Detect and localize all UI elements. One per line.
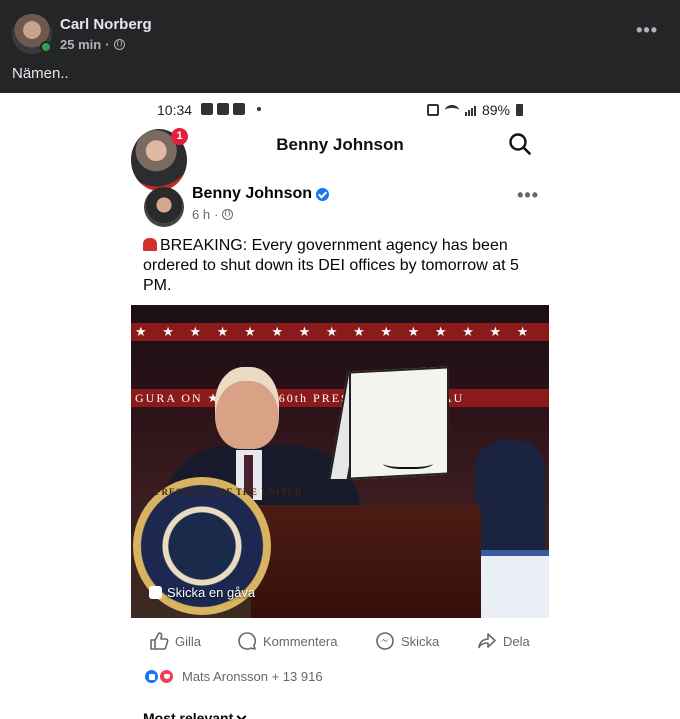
- like-button[interactable]: Gilla: [149, 631, 201, 651]
- outer-author-name[interactable]: Carl Norberg: [60, 16, 152, 33]
- like-label: Gilla: [175, 633, 202, 649]
- battery-icon: [516, 104, 523, 116]
- gallery-icon: [201, 103, 213, 115]
- battery-percent: 89%: [481, 102, 510, 118]
- siren-icon: [143, 238, 157, 251]
- post-author-name[interactable]: Benny Johnson: [192, 185, 312, 203]
- page-header: 1 Benny Johnson: [131, 127, 549, 191]
- inauguration-banner: GURA ON ★ ★ ★ ★ 60th PRESIDENTIAL INAU: [131, 389, 549, 407]
- gift-icon: [149, 586, 162, 599]
- signal-icon: [464, 105, 476, 116]
- outer-post-header: Carl Norberg 25 min · ••• Nämen..: [0, 0, 680, 93]
- status-bar: 10:34 89%: [131, 93, 549, 127]
- comment-button[interactable]: Kommentera: [237, 631, 337, 651]
- comment-sort-label: Most relevant: [143, 710, 234, 719]
- shared-screenshot[interactable]: 10:34 89% 1 Benny Johnson Benny Johnson …: [131, 93, 549, 719]
- signature: [383, 455, 433, 469]
- mute-icon: [426, 104, 439, 116]
- send-button[interactable]: Skicka: [375, 631, 439, 651]
- outer-post-time[interactable]: 25 min: [60, 37, 101, 52]
- globe-icon: [222, 209, 234, 220]
- more-options-icon[interactable]: •••: [636, 20, 658, 41]
- person-head: [215, 367, 279, 449]
- post-actions: Gilla Kommentera Skicka Dela: [131, 618, 549, 664]
- status-notification-icons: [201, 103, 261, 115]
- post-more-options-icon[interactable]: •••: [517, 185, 539, 206]
- reactions-count: Mats Aronsson + 13 916: [182, 669, 323, 684]
- post-text: BREAKING: Every government agency has be…: [143, 236, 541, 296]
- status-time: 10:34: [157, 102, 193, 118]
- post-meta: 6 h ·: [192, 207, 234, 222]
- post-time[interactable]: 6 h: [192, 207, 210, 222]
- wifi-icon: [444, 105, 459, 115]
- globe-icon: [113, 39, 125, 50]
- share-button[interactable]: Dela: [477, 631, 530, 651]
- verified-badge-icon: [316, 187, 330, 201]
- post-body: BREAKING: Every government agency has be…: [143, 237, 519, 294]
- outer-post-meta: 25 min ·: [60, 37, 125, 52]
- seal-text: PRESIDENT OF THE UNITED: [155, 487, 303, 497]
- outer-post-text: Nämen..: [12, 65, 69, 82]
- comment-icon: [238, 632, 257, 650]
- stars-banner-text: ★ ★ ★ ★ ★ ★ ★ ★ ★ ★ ★ ★ ★ ★ ★: [135, 324, 535, 339]
- post-photo[interactable]: ★ ★ ★ ★ ★ ★ ★ ★ ★ ★ ★ ★ ★ ★ ★ GURA ON ★ …: [131, 305, 549, 618]
- send-gift-button[interactable]: Skicka en gåva: [149, 585, 255, 600]
- telegram-icon: [217, 103, 229, 115]
- meta-separator: ·: [214, 207, 219, 222]
- thumbs-up-icon: [150, 632, 169, 650]
- desk: [251, 505, 481, 618]
- comment-sort-dropdown[interactable]: Most relevant: [143, 710, 247, 719]
- chevron-down-icon: [236, 711, 247, 719]
- like-reaction-icon: [144, 669, 159, 684]
- reactions-summary[interactable]: Mats Aronsson + 13 916: [144, 669, 323, 684]
- search-icon[interactable]: [509, 133, 531, 155]
- share-icon: [478, 633, 496, 649]
- page-title: Benny Johnson: [276, 135, 404, 154]
- check-box-icon: [233, 103, 245, 115]
- stars-banner: ★ ★ ★ ★ ★ ★ ★ ★ ★ ★ ★ ★ ★ ★ ★: [131, 323, 549, 341]
- messenger-icon: [376, 632, 394, 650]
- share-label: Dela: [503, 633, 530, 649]
- comment-label: Kommentera: [263, 633, 338, 649]
- send-gift-label: Skicka en gåva: [167, 585, 256, 600]
- online-status-icon: [40, 41, 52, 53]
- love-reaction-icon: [159, 669, 174, 684]
- post-author[interactable]: Benny Johnson: [192, 185, 330, 203]
- meta-separator: ·: [105, 37, 110, 52]
- send-label: Skicka: [401, 633, 440, 649]
- author-avatar[interactable]: [144, 187, 184, 227]
- status-right: 89%: [426, 102, 523, 118]
- more-notifications-dot: [257, 107, 261, 111]
